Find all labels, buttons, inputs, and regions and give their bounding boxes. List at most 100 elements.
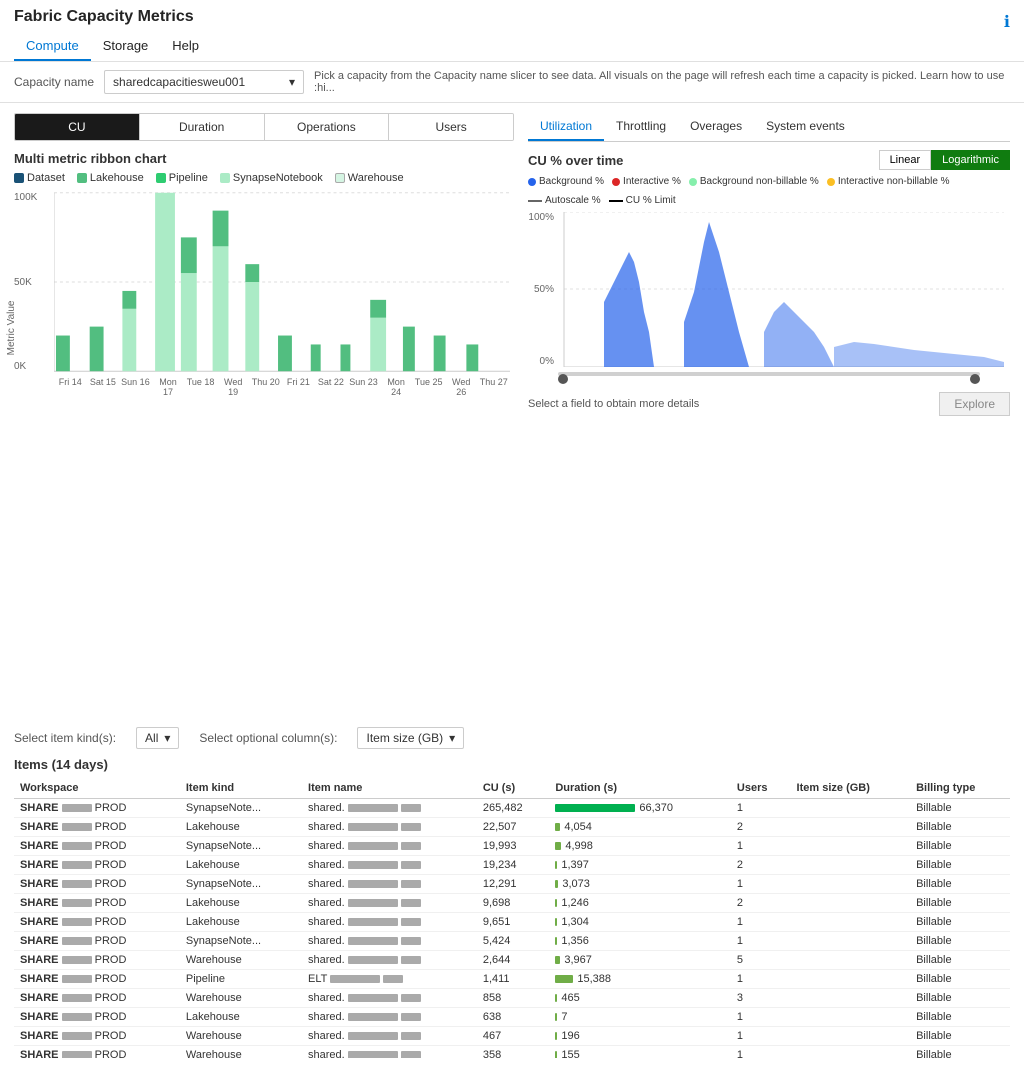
- cell-duration: 3,967: [549, 951, 731, 970]
- cell-users: 2: [731, 856, 791, 875]
- right-tab-bar: Utilization Throttling Overages System e…: [528, 113, 1010, 142]
- cell-billing: Billable: [910, 1027, 1010, 1046]
- cell-users: 1: [731, 875, 791, 894]
- cell-duration: 465: [549, 989, 731, 1008]
- table-scroll[interactable]: Workspace Item kind Item name CU (s) Dur…: [14, 778, 1010, 1058]
- explore-row: Select a field to obtain more details Ex…: [528, 392, 1010, 416]
- cell-cu: 19,993: [477, 837, 550, 856]
- cu-legend-label-background: Background %: [539, 176, 604, 187]
- bottom-section: Select item kind(s): All ▾ Select option…: [0, 727, 1024, 1068]
- nav-help[interactable]: Help: [160, 32, 211, 61]
- tab-duration[interactable]: Duration: [140, 114, 265, 140]
- filter-optional-col-select[interactable]: Item size (GB) ▾: [357, 727, 464, 749]
- range-slider[interactable]: [558, 372, 980, 386]
- cell-workspace: SHARE PROD: [14, 818, 180, 837]
- cell-item-name: shared.: [302, 875, 477, 894]
- cell-item-kind: Lakehouse: [180, 818, 302, 837]
- cell-billing: Billable: [910, 913, 1010, 932]
- cell-cu: 9,651: [477, 913, 550, 932]
- tab-cu[interactable]: CU: [15, 114, 140, 140]
- col-workspace: Workspace: [14, 778, 180, 799]
- right-tab-overages[interactable]: Overages: [678, 113, 754, 141]
- x-label-sat22: Sat 22: [315, 377, 348, 397]
- slider-left-thumb[interactable]: [558, 374, 568, 384]
- cell-workspace: SHARE PROD: [14, 894, 180, 913]
- cell-cu: 1,411: [477, 970, 550, 989]
- cell-item-size: [791, 875, 911, 894]
- x-label-mon17: Mon17: [152, 377, 185, 397]
- app-title: Fabric Capacity Metrics: [14, 8, 194, 26]
- y-axis-labels: 100K 50K 0K: [14, 192, 37, 372]
- cell-workspace: SHARE PROD: [14, 989, 180, 1008]
- table-row: SHARE PRODWarehouseshared. 2,644 3,9675B…: [14, 951, 1010, 970]
- cu-chart-svg: 16 Feb 18 Feb 20 Feb 22 Feb 24 Feb 26 Fe…: [558, 212, 1010, 367]
- cell-cu: 858: [477, 989, 550, 1008]
- cell-item-name: shared.: [302, 818, 477, 837]
- legend-synapsenotebook: SynapseNotebook: [220, 172, 323, 184]
- right-tab-throttling[interactable]: Throttling: [604, 113, 678, 141]
- y-label-50k: 50K: [14, 277, 37, 288]
- cell-cu: 265,482: [477, 799, 550, 818]
- cell-item-size: [791, 894, 911, 913]
- col-item-kind: Item kind: [180, 778, 302, 799]
- nav-storage[interactable]: Storage: [91, 32, 161, 61]
- nav-compute[interactable]: Compute: [14, 32, 91, 61]
- slider-right-thumb[interactable]: [970, 374, 980, 384]
- cell-item-size: [791, 799, 911, 818]
- right-panel: Utilization Throttling Overages System e…: [528, 113, 1010, 717]
- capacity-bar: Capacity name sharedcapacitiesweu001 ▾ P…: [0, 62, 1024, 103]
- table-row: SHARE PRODSynapseNote...shared. 12,291 3…: [14, 875, 1010, 894]
- x-label-tue18: Tue 18: [184, 377, 217, 397]
- table-row: SHARE PRODPipelineELT 1,411 15,3881Billa…: [14, 970, 1010, 989]
- app-nav: Compute Storage Help: [14, 32, 1010, 61]
- cell-item-kind: Lakehouse: [180, 913, 302, 932]
- col-cu: CU (s): [477, 778, 550, 799]
- explore-button[interactable]: Explore: [939, 392, 1010, 416]
- table-row: SHARE PRODWarehouseshared. 358 1551Billa…: [14, 1046, 1010, 1059]
- cell-billing: Billable: [910, 856, 1010, 875]
- cell-item-kind: Warehouse: [180, 1046, 302, 1059]
- cell-billing: Billable: [910, 970, 1010, 989]
- legend-pipeline: Pipeline: [156, 172, 208, 184]
- cell-workspace: SHARE PROD: [14, 1008, 180, 1027]
- chart-title: Multi metric ribbon chart: [14, 151, 514, 166]
- cell-item-size: [791, 1027, 911, 1046]
- col-duration: Duration (s): [549, 778, 731, 799]
- legend-label-pipeline: Pipeline: [169, 172, 208, 184]
- cell-item-name: shared.: [302, 1008, 477, 1027]
- bar-chart-svg: [54, 192, 510, 372]
- tab-operations[interactable]: Operations: [265, 114, 390, 140]
- cell-billing: Billable: [910, 932, 1010, 951]
- col-item-size: Item size (GB): [791, 778, 911, 799]
- x-label-wed26: Wed26: [445, 377, 478, 397]
- legend-label-dataset: Dataset: [27, 172, 65, 184]
- y-label-0k: 0K: [14, 361, 37, 372]
- legend-label-synapsenotebook: SynapseNotebook: [233, 172, 323, 184]
- cell-duration: 15,388: [549, 970, 731, 989]
- cu-legend-label-int-nonbillable: Interactive non-billable %: [838, 176, 950, 187]
- cu-title: CU % over time: [528, 153, 623, 168]
- cell-workspace: SHARE PROD: [14, 1046, 180, 1059]
- table-row: SHARE PRODLakehouseshared. 22,507 4,0542…: [14, 818, 1010, 837]
- table-row: SHARE PRODWarehouseshared. 467 1961Billa…: [14, 1027, 1010, 1046]
- scale-btn-logarithmic[interactable]: Logarithmic: [931, 150, 1010, 170]
- cell-cu: 19,234: [477, 856, 550, 875]
- cell-item-name: shared.: [302, 913, 477, 932]
- info-icon[interactable]: ℹ: [1004, 12, 1010, 32]
- cell-item-size: [791, 818, 911, 837]
- filter-item-kind-select[interactable]: All ▾: [136, 727, 179, 749]
- table-row: SHARE PRODSynapseNote...shared. 265,482 …: [14, 799, 1010, 818]
- scale-btn-linear[interactable]: Linear: [879, 150, 932, 170]
- filter-item-kind-label: Select item kind(s):: [14, 731, 116, 745]
- cell-cu: 638: [477, 1008, 550, 1027]
- cell-item-size: [791, 989, 911, 1008]
- cell-item-name: shared.: [302, 894, 477, 913]
- right-tab-utilization[interactable]: Utilization: [528, 113, 604, 141]
- cu-y-50: 50%: [528, 284, 554, 295]
- capacity-select[interactable]: sharedcapacitiesweu001 ▾: [104, 70, 304, 94]
- cell-duration: 7: [549, 1008, 731, 1027]
- cell-item-kind: Warehouse: [180, 1027, 302, 1046]
- right-tab-system-events[interactable]: System events: [754, 113, 857, 141]
- tab-users[interactable]: Users: [389, 114, 513, 140]
- cu-legend: Background % Interactive % Background no…: [528, 176, 1010, 206]
